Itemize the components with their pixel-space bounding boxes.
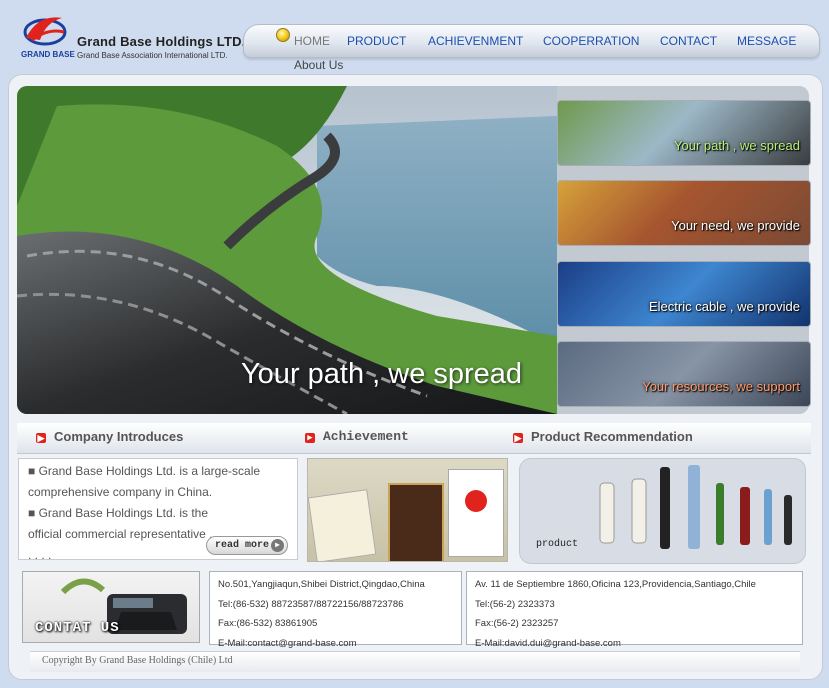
section-product-title: ▶ Product Recommendation: [513, 429, 693, 444]
banner-thumb-truck[interactable]: Your need, we provide: [557, 180, 811, 246]
company-intro-text: ■ Grand Base Holdings Ltd. is the offici…: [28, 506, 220, 562]
nav-indicator-icon: [276, 28, 290, 42]
footer: Copyright By Grand Base Holdings (Chile)…: [30, 651, 800, 672]
banner-headline: Your path , we spread: [241, 358, 523, 390]
contact-us-label: CONTAT US: [35, 620, 120, 636]
banner-thumb-resources[interactable]: Your resources, we support: [557, 341, 811, 407]
thumb-caption: Your resources, we support: [642, 379, 800, 394]
copyright-text: Copyright By Grand Base Holdings (Chile)…: [42, 655, 233, 666]
certificate-image: [448, 469, 504, 557]
banner-thumb-cable[interactable]: Electric cable , we provide: [557, 261, 811, 327]
chile-address-box: Av. 11 de Septiembre 1860,Oficina 123,Pr…: [466, 571, 803, 649]
china-address: No.501,Yangjiaqun,Shibei District,Qingda…: [218, 579, 425, 590]
achievement-certificates-image[interactable]: [307, 458, 508, 562]
nav-contact[interactable]: CONTACT: [660, 34, 717, 48]
product-recommendation-image[interactable]: product: [519, 458, 806, 564]
arrow-right-icon: ▶: [271, 539, 284, 552]
nav-product[interactable]: PRODUCT: [347, 34, 406, 48]
thumb-caption: Electric cable , we provide: [648, 299, 800, 314]
association-name: Grand Base Association International LTD…: [77, 51, 228, 60]
product-label: product: [536, 539, 579, 550]
logo-text: GRAND BASE: [21, 50, 75, 59]
nav-message[interactable]: MESSAGE: [737, 34, 796, 48]
red-arrow-icon: ▶: [305, 433, 315, 443]
company-logo[interactable]: GRAND BASE: [18, 10, 75, 62]
company-name: Grand Base Holdings LTD.: [77, 34, 246, 49]
nav-cooperation[interactable]: COOPERRATION: [543, 34, 639, 48]
nav-home[interactable]: HOME: [294, 34, 330, 48]
red-arrow-icon: ▶: [513, 433, 523, 443]
china-tel: Tel:(86-532) 88723587/88722156/88723786: [218, 598, 404, 610]
chile-tel: Tel:(56-2) 2323373: [475, 598, 555, 610]
contact-us-image[interactable]: CONTAT US: [22, 571, 200, 643]
chile-fax: Fax:(56-2) 2323257: [475, 618, 559, 629]
plaque-image: [388, 483, 444, 561]
submenu-about-us[interactable]: About Us: [294, 58, 343, 72]
company-intro-text: ■ Grand Base Holdings Ltd. is a large-sc…: [28, 464, 261, 499]
china-fax: Fax:(86-532) 83861905: [218, 618, 318, 629]
section-company-title: ▶ Company Introduces: [36, 429, 184, 444]
section-achievement-title: ▶ Achievement: [305, 429, 409, 444]
china-address-box: No.501,Yangjiaqun,Shibei District,Qingda…: [209, 571, 462, 649]
thumb-caption: Your path , we spread: [674, 138, 800, 153]
brand-block: Grand Base Holdings LTD. Grand Base Asso…: [77, 34, 246, 60]
certificate-image: [308, 489, 377, 561]
chile-address: Av. 11 de Septiembre 1860,Oficina 123,Pr…: [475, 579, 756, 590]
read-more-button[interactable]: read more ▶: [206, 536, 288, 555]
red-arrow-icon: ▶: [36, 433, 46, 443]
banner-thumb-road[interactable]: Your path , we spread: [557, 100, 811, 166]
thumb-caption: Your need, we provide: [671, 218, 800, 233]
nav-achievement[interactable]: ACHIEVENMENT: [428, 34, 523, 48]
